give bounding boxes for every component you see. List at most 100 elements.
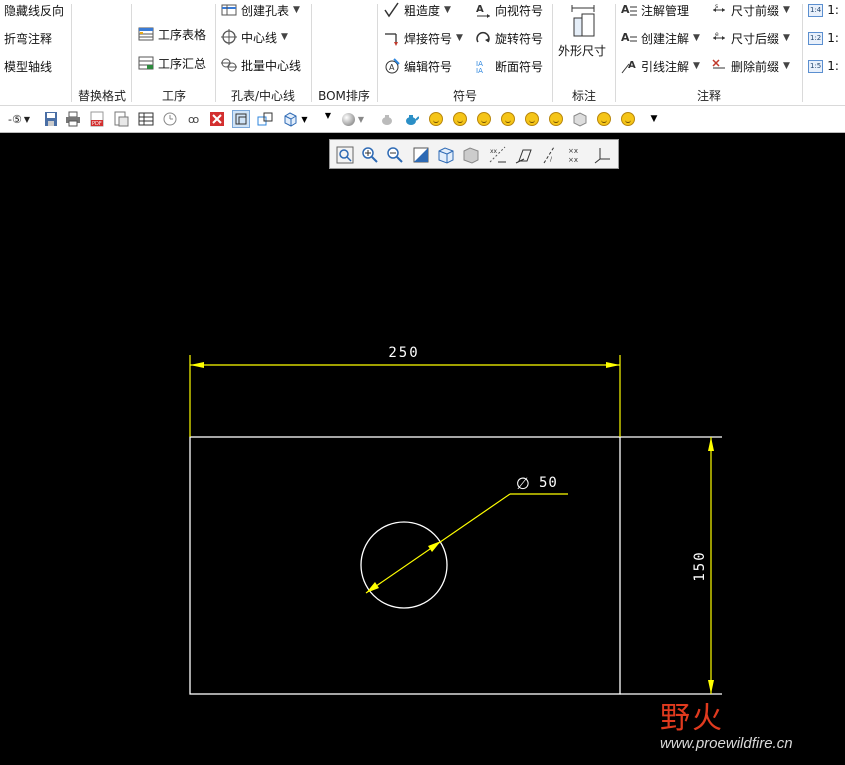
zoom-out-icon[interactable] [385,145,405,165]
label: 中心线 [241,30,278,45]
dim-suffix-button[interactable]: e 尺寸后缀 ▼ [711,28,790,48]
overflow-left-icon[interactable]: ▼ [324,106,332,124]
repaint-icon[interactable] [411,145,431,165]
smiley-icon [429,112,443,126]
create-hole-table-button[interactable]: 创建孔表 ▼ [221,0,300,20]
pdf-icon[interactable]: PDF [88,110,106,128]
label: -⑤ [8,112,22,126]
datum-display-icon[interactable]: xx [488,145,508,165]
box-icon[interactable] [571,110,589,128]
group-label-bom-sort[interactable]: BOM排序 [312,87,376,104]
height-dimension-text: 150 [692,550,708,581]
diameter-symbol: ∅ [516,474,530,493]
teapot-gray-icon[interactable] [378,110,396,128]
svg-text:A: A [476,4,484,15]
svg-text:IA: IA [476,67,483,74]
label: 创建注解 [641,31,690,46]
link-icon[interactable]: ꝏ [185,110,203,128]
watermark-logo: 野火 [660,701,724,736]
view-symbol-button[interactable]: A 向视符号 [475,0,543,20]
group-label-replace-format[interactable]: 替换格式 [74,87,130,104]
toolbar-more-icon[interactable]: ▼ [645,110,663,128]
section-symbol-button[interactable]: IA IA 断面符号 [475,56,543,76]
zoom-in-icon[interactable] [360,145,380,165]
scale-1-2-button[interactable]: 1:2 1: [808,28,839,48]
dim-prefix-button[interactable]: s 尺寸前缀 ▼ [711,0,790,20]
point-display-icon[interactable]: ×x ×x [566,145,586,165]
chevron-down-icon[interactable]: ▼ [456,33,463,43]
hole-circle[interactable] [360,521,448,609]
delete-prefix-button[interactable]: 删除前缀 ▼ [711,56,790,76]
export-icon[interactable] [112,110,130,128]
view-move-icon[interactable] [256,110,274,128]
hidden-line-reverse-button[interactable]: 隐藏线反向 [4,0,64,20]
smiley-icon [453,112,467,126]
plane-display-icon[interactable] [514,145,534,165]
weld-symbol-button[interactable]: 焊接符号 ▼ [384,28,463,48]
edit-symbol-button[interactable]: A 编辑符号 [384,56,452,76]
scale-1-4-button[interactable]: 1:4 1: [808,0,839,20]
smiley-icon[interactable] [427,110,445,128]
leader-note-button[interactable]: A 引线注解 ▼ [621,56,700,76]
orientation-cube-icon[interactable] [436,145,456,165]
width-dimension-text: 250 [388,345,419,361]
clock-icon[interactable] [161,110,179,128]
scale-1-5-button[interactable]: 1:5 1: [808,56,839,76]
batch-centerline-button[interactable]: 批量中心线 [221,55,301,75]
create-note-button[interactable]: A 创建注解 ▼ [621,28,700,48]
print-icon[interactable] [64,110,82,128]
chevron-down-icon[interactable]: ▼ [783,33,790,43]
model-axis-button[interactable]: 模型轴线 [4,56,52,76]
centerline-button[interactable]: 中心线 ▼ [221,27,288,47]
smiley-icon[interactable] [523,110,541,128]
view-frame-icon[interactable] [232,110,250,128]
height-dimension[interactable]: 150 [692,437,714,694]
bend-note-button[interactable]: 折弯注释 [4,28,52,48]
undo-dropdown[interactable]: -⑤ ▼ [4,110,34,128]
save-icon[interactable] [42,110,60,128]
display-style-icon[interactable] [461,145,481,165]
chevron-down-icon[interactable]: ▼ [783,61,790,71]
process-summary-button[interactable]: 工序汇总 [138,53,206,73]
rotate-symbol-button[interactable]: 旋转符号 [475,28,543,48]
group-label-symbol: 符号 [452,89,477,103]
diameter-dimension[interactable]: ∅ 50 [365,474,568,594]
chevron-down-icon[interactable]: ▼ [444,5,451,15]
csys-display-icon[interactable] [592,145,612,165]
sphere-dropdown[interactable]: ▼ [338,110,368,128]
watermark-url: www.proewildfire.cn [660,735,793,752]
chevron-down-icon[interactable]: ▼ [693,33,700,43]
drawing-svg: 250 150 ∅ 50 [189,345,722,695]
note-manage-button[interactable]: A 注解管理 [621,0,689,20]
width-dimension[interactable]: 250 [189,345,621,437]
teapot-icon[interactable] [402,110,420,128]
arrowhead [708,437,714,451]
chevron-down-icon[interactable]: ▼ [783,5,790,15]
process-table-button[interactable]: 工序表格 [138,24,206,44]
smiley-icon[interactable] [475,110,493,128]
hole-table-icon [221,2,237,18]
scale-icon: 1:4 [808,3,824,17]
svg-text:A: A [628,60,636,71]
roughness-button[interactable]: 粗造度 ▼ [384,0,451,20]
smiley-icon[interactable] [499,110,517,128]
drawing-canvas[interactable]: 250 150 ∅ 50 [0,133,845,761]
zoom-fit-icon[interactable] [335,145,355,165]
chevron-down-icon[interactable]: ▼ [281,32,288,42]
separator [71,4,72,102]
table-icon[interactable] [137,110,155,128]
summary-icon [138,55,154,71]
label: 批量中心线 [241,58,302,73]
smiley-icon[interactable] [619,110,637,128]
axis-display-icon[interactable]: / [540,145,560,165]
svg-text:×x: ×x [568,156,578,164]
view-cube-dropdown[interactable]: ▼ [280,110,310,128]
close-icon[interactable] [208,110,226,128]
chevron-down-icon[interactable]: ▼ [293,5,300,15]
smiley-icon[interactable] [595,110,613,128]
outline-dimension-button[interactable]: 外形尺寸 [556,4,612,62]
chevron-down-icon[interactable]: ▼ [693,61,700,71]
smiley-icon[interactable] [547,110,565,128]
smiley-icon[interactable] [451,110,469,128]
outline-dimension-icon [568,4,598,42]
